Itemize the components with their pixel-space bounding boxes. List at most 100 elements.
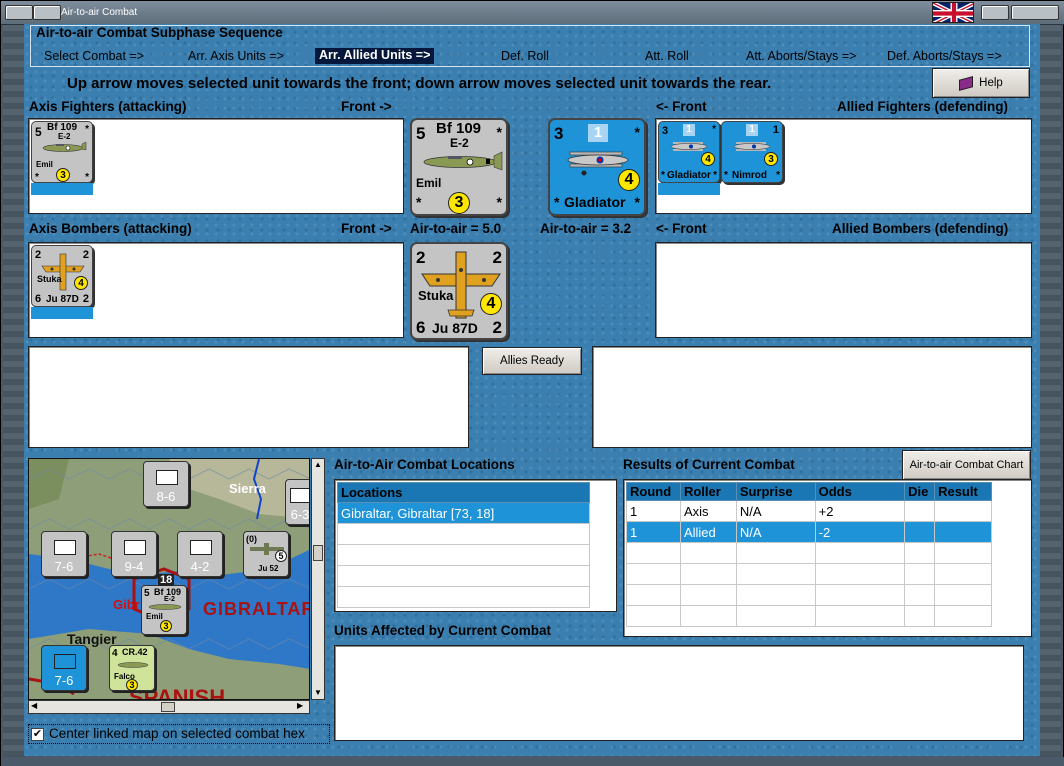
- seq-step-att-roll: Att. Roll: [645, 49, 689, 63]
- uk-flag-icon: [932, 2, 974, 23]
- instruction-text: Up arrow moves selected unit towards the…: [67, 75, 772, 92]
- map-unit-counter[interactable]: 4-2: [177, 531, 223, 577]
- counter-combat-value: 3: [160, 620, 172, 632]
- ju52-map-counter[interactable]: (0) 5 Ju 52: [243, 531, 289, 577]
- counter-mark: *: [634, 124, 640, 140]
- infantry-symbol-icon: [124, 540, 146, 555]
- allied-bombers-list[interactable]: [655, 242, 1032, 338]
- stuka-small-counter[interactable]: 2 2 Stuka 4 6 Ju 87D 2: [31, 245, 93, 307]
- bottom-frame-border: [1, 757, 1064, 766]
- counter-name: Stuka: [37, 274, 62, 284]
- counter-top-value: 1: [588, 124, 608, 142]
- counter-top-value: 1: [683, 124, 695, 136]
- scroll-left-arrow-icon[interactable]: ◀: [31, 701, 41, 713]
- col-result: Result: [934, 482, 992, 501]
- gladiator-large-counter[interactable]: 3 1 * 4 * Gladiator *: [548, 118, 646, 216]
- allied-bombers-label: Allied Bombers (defending): [832, 221, 1009, 236]
- location-row[interactable]: [337, 586, 590, 608]
- center-map-label: Center linked map on selected combat hex: [49, 726, 305, 741]
- locations-header: Locations: [337, 482, 590, 503]
- results-title: Results of Current Combat: [623, 457, 795, 472]
- map-unit-counter[interactable]: 7-6: [41, 645, 87, 691]
- cell-surprise: N/A: [735, 500, 816, 522]
- result-row[interactable]: 1 Allied N/A -2: [626, 521, 992, 543]
- result-row[interactable]: [626, 542, 992, 564]
- bf109-large-counter[interactable]: 5 Bf 109 E-2 * Emil * * 3: [410, 118, 508, 216]
- counter-pilot: Emil: [146, 612, 163, 621]
- map-unit-counter[interactable]: 8-6: [143, 461, 189, 507]
- axis-bombers-front-label: Front ->: [341, 221, 392, 236]
- counter-combat-value: 4: [74, 276, 88, 290]
- counter-mark: *: [496, 194, 502, 210]
- linked-map[interactable]: Sierra Gibr GIBRALTAR Tangier SPANISH 8-…: [28, 458, 310, 700]
- stack-count: 18: [158, 574, 175, 586]
- scroll-right-arrow-icon[interactable]: ▶: [297, 701, 307, 713]
- minimize-button[interactable]: [33, 5, 61, 20]
- cell-die: [904, 521, 936, 543]
- counter-value: 3: [554, 124, 564, 143]
- counter-value: 4: [112, 648, 118, 659]
- map-unit-counter[interactable]: 7-6: [41, 531, 87, 577]
- scroll-up-arrow-icon[interactable]: ▲: [313, 460, 323, 470]
- counter-mark: *: [712, 124, 716, 135]
- cell-roller: Axis: [679, 500, 737, 522]
- result-row[interactable]: [626, 584, 992, 606]
- counter-top-value: 1: [746, 124, 758, 136]
- map-unit-counter[interactable]: 6-3: [285, 479, 310, 525]
- counter-value: 5: [144, 588, 150, 599]
- combat-chart-button[interactable]: Air-to-air Combat Chart: [902, 450, 1031, 480]
- sequence-title: Air-to-air Combat Subphase Sequence: [36, 25, 283, 40]
- bf109-small-counter[interactable]: 5 Bf 109 E-2 * Emil * * 3: [31, 121, 93, 183]
- center-map-checkbox[interactable]: ✔: [31, 728, 44, 741]
- axis-bombers-label: Axis Bombers (attacking): [29, 221, 192, 236]
- allies-ready-button[interactable]: Allies Ready: [482, 347, 582, 375]
- map-unit-counter[interactable]: 9-4: [111, 531, 157, 577]
- allied-air-to-air-value: Air-to-air = 3.2: [540, 221, 632, 236]
- result-row[interactable]: [626, 605, 992, 627]
- axis-front-label: Front ->: [341, 99, 392, 114]
- axis-fighters-list[interactable]: 5 Bf 109 E-2 * Emil * * 3: [28, 118, 404, 214]
- location-row[interactable]: [337, 523, 590, 545]
- axis-info-panel: [28, 346, 469, 448]
- map-label-gib: Gibr: [113, 597, 140, 612]
- unit-value: 4-2: [190, 559, 210, 574]
- center-map-checkbox-row[interactable]: ✔ Center linked map on selected combat h…: [28, 724, 330, 744]
- unit-value: 6-3: [290, 507, 310, 522]
- bf109-plane-icon: [42, 141, 87, 152]
- system-menu-button[interactable]: [5, 5, 33, 20]
- nimrod-counter[interactable]: 1 1 3 * Nimrod *: [721, 121, 783, 183]
- counter-value: 5: [35, 125, 42, 139]
- help-button[interactable]: Help: [932, 68, 1030, 98]
- location-row[interactable]: Gibraltar, Gibraltar [73, 18]: [337, 502, 590, 524]
- infantry-symbol-icon: [156, 470, 178, 485]
- counter-combat-value: 3: [126, 679, 138, 691]
- allied-fighters-list[interactable]: 3 1 * 4 * Gladiator * 1 1 3 * Nimrod *: [655, 118, 1032, 214]
- counter-value: 3: [662, 125, 669, 137]
- stuka-large-counter[interactable]: 2 2 Stuka 4 6 Ju 87D 2: [410, 242, 508, 340]
- axis-bombers-list[interactable]: 2 2 Stuka 4 6 Ju 87D 2: [28, 242, 404, 338]
- gladiator-small-counter[interactable]: 3 1 * 4 * Gladiator *: [658, 121, 720, 183]
- location-row[interactable]: [337, 544, 590, 566]
- scroll-thumb[interactable]: [161, 702, 175, 712]
- counter-name: Gladiator: [667, 170, 711, 181]
- infantry-symbol-icon: [54, 540, 76, 555]
- maximize-button[interactable]: [981, 5, 1009, 20]
- map-vertical-scrollbar[interactable]: ▲ ▼: [311, 458, 325, 700]
- result-row[interactable]: 1 Axis N/A +2: [626, 500, 992, 522]
- close-button[interactable]: [1011, 5, 1059, 20]
- bf109-map-stack[interactable]: 18 5 Bf 109 E-2 Emil 3: [141, 574, 187, 635]
- counter-combat-value: 5: [275, 550, 287, 562]
- cr42-map-counter[interactable]: 4 CR.42 Falco 3: [109, 645, 155, 691]
- cell-round: 1: [626, 500, 681, 522]
- counter-combat-value: 3: [448, 192, 470, 214]
- unit-value: 8-6: [156, 489, 176, 504]
- counter-pilot: Emil: [416, 176, 442, 190]
- result-row[interactable]: [626, 563, 992, 585]
- map-horizontal-scrollbar[interactable]: ◀ ▶: [28, 700, 310, 714]
- scroll-down-arrow-icon[interactable]: ▼: [313, 688, 323, 698]
- counter-mark: *: [554, 194, 560, 210]
- location-row[interactable]: [337, 565, 590, 587]
- counter-mark: *: [85, 124, 89, 135]
- help-book-icon: [959, 75, 974, 91]
- scroll-thumb[interactable]: [313, 545, 323, 561]
